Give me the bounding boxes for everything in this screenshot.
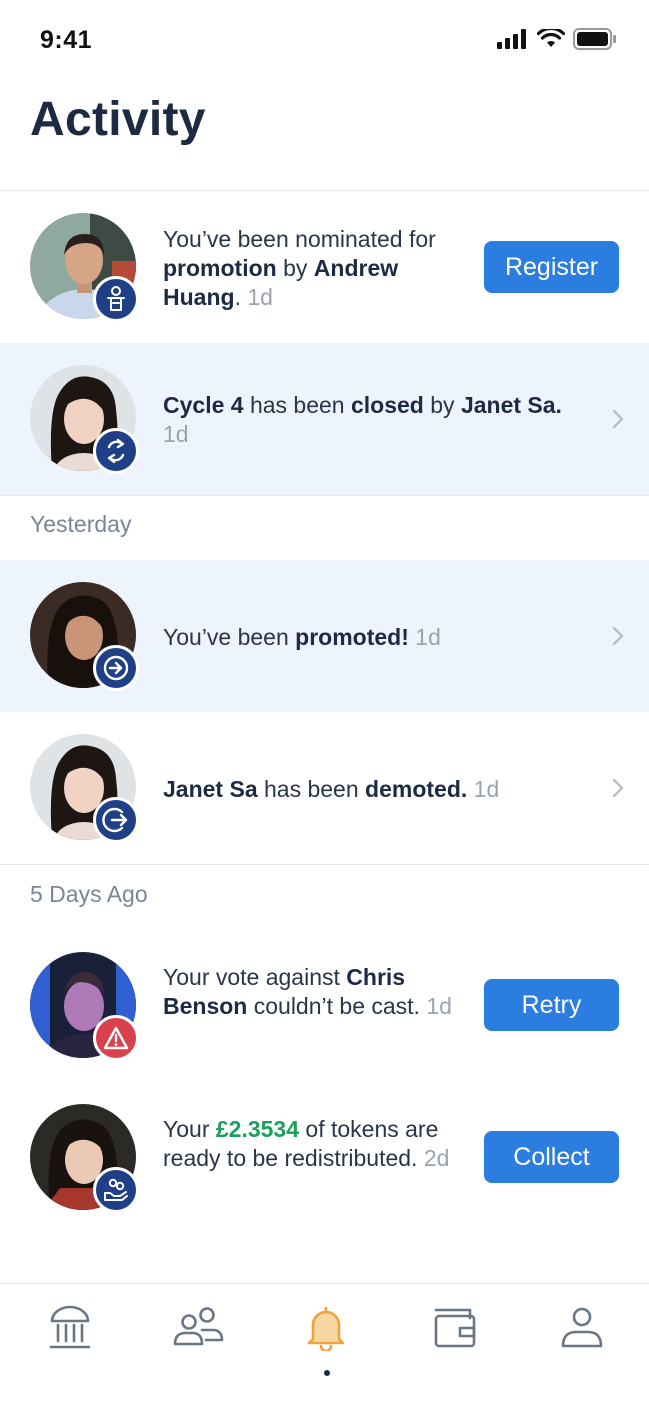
timestamp: 2d [423, 1145, 450, 1171]
register-button[interactable]: Register [484, 241, 619, 293]
badge [93, 276, 139, 322]
section-divider [0, 495, 649, 496]
badge [93, 1015, 139, 1061]
profile-icon [561, 1307, 603, 1348]
warning-triangle-icon [103, 1026, 129, 1050]
activity-text: You’ve been nominated for promotion by A… [163, 226, 436, 310]
avatar [30, 1104, 139, 1213]
activity-item[interactable]: You’ve been promoted! 1d [0, 560, 649, 712]
activity-text: Your £2.3534 of tokens are ready to be r… [163, 1116, 450, 1171]
cycle-arrows-icon [107, 438, 125, 464]
chevron-right-icon [612, 409, 624, 429]
tab-people[interactable] [168, 1300, 228, 1356]
active-tab-indicator [324, 1370, 330, 1376]
status-time: 9:41 [40, 26, 93, 54]
token-amount: £2.3534 [215, 1116, 300, 1142]
page-title: Activity [30, 93, 206, 146]
activity-item[interactable]: Cycle 4 has been closed by Janet Sa. 1d [0, 343, 649, 495]
activity-text: Cycle 4 has been closed by Janet Sa. 1d [163, 392, 562, 447]
tab-notifications[interactable] [296, 1300, 356, 1356]
avatar [30, 734, 139, 843]
wifi-icon [537, 29, 565, 47]
activity-item: Your vote against Chris Benson couldn’t … [0, 930, 649, 1082]
avatar [30, 952, 139, 1061]
status-bar: 9:41 [0, 0, 649, 80]
section-divider [0, 864, 649, 865]
wallet-icon [434, 1308, 476, 1348]
arrow-out-circle-icon [102, 807, 128, 833]
avatar [30, 582, 139, 691]
avatar [30, 213, 139, 322]
cellular-signal-icon [497, 29, 526, 49]
bank-icon [49, 1305, 91, 1349]
retry-button[interactable]: Retry [484, 979, 619, 1031]
people-icon [173, 1307, 224, 1346]
activity-text: Your vote against Chris Benson couldn’t … [163, 964, 452, 1019]
timestamp: 1d [163, 421, 189, 447]
section-label: Yesterday [30, 511, 132, 537]
timestamp: 1d [426, 993, 452, 1019]
badge [93, 645, 139, 691]
badge [93, 1167, 139, 1213]
battery-icon [573, 28, 616, 50]
activity-text: Janet Sa has been demoted. 1d [163, 776, 500, 802]
bell-icon [307, 1306, 345, 1351]
chevron-right-icon [612, 626, 624, 646]
timestamp: 1d [415, 624, 441, 650]
timestamp: 1d [247, 284, 273, 310]
person-podium-icon [107, 286, 125, 311]
badge [93, 797, 139, 843]
arrow-in-circle-icon [103, 655, 129, 681]
chevron-right-icon [612, 778, 624, 798]
timestamp: 1d [473, 776, 500, 802]
activity-item: You’ve been nominated for promotion by A… [0, 191, 649, 343]
badge [93, 428, 139, 474]
hand-coins-icon [104, 1178, 128, 1201]
activity-text: You’ve been promoted! 1d [163, 624, 441, 650]
tab-profile[interactable] [552, 1300, 612, 1356]
bottom-tab-bar [0, 1283, 649, 1405]
activity-item[interactable]: Janet Sa has been demoted. 1d [0, 712, 649, 864]
status-icons [497, 28, 617, 50]
tab-bank[interactable] [40, 1300, 100, 1356]
activity-item: Your £2.3534 of tokens are ready to be r… [0, 1082, 649, 1234]
collect-button[interactable]: Collect [484, 1131, 619, 1183]
tab-wallet[interactable] [424, 1300, 484, 1356]
section-label: 5 Days Ago [30, 881, 148, 907]
avatar [30, 365, 139, 474]
